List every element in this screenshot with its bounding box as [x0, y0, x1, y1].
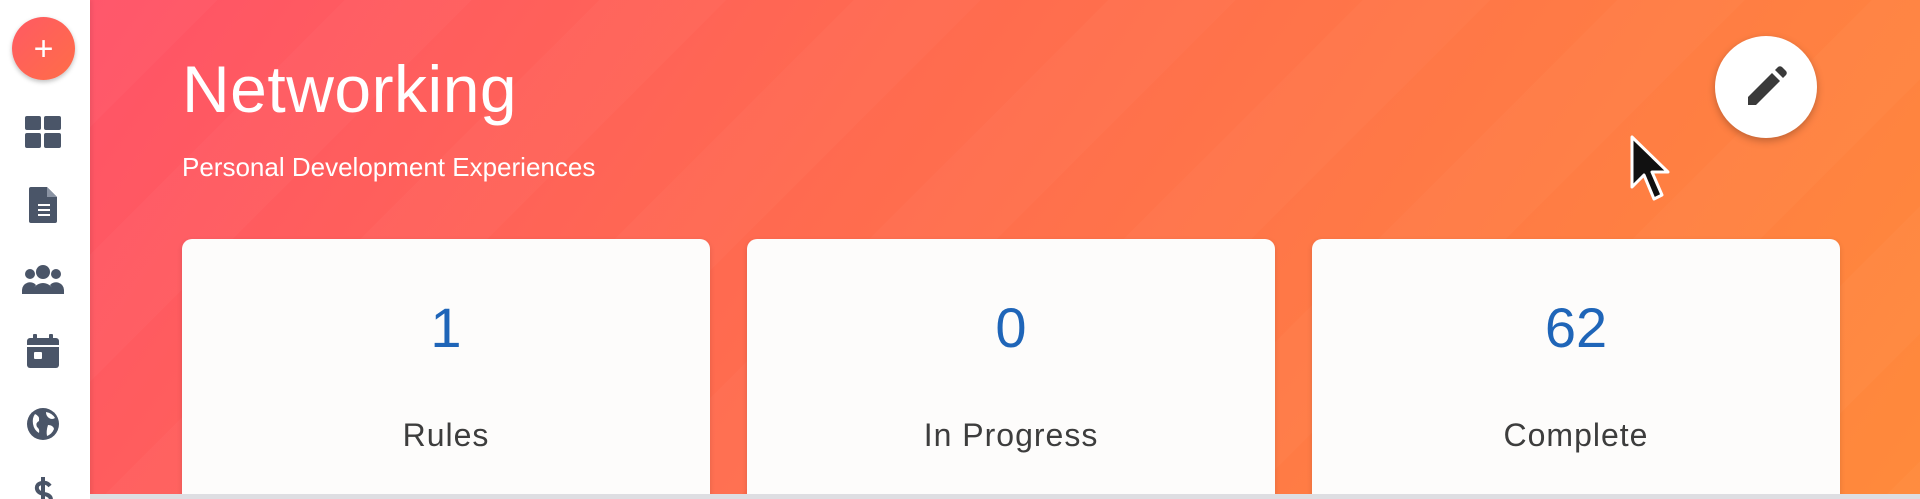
header-banner: Networking Personal Development Experien…	[90, 0, 1920, 499]
stat-count: 1	[430, 296, 462, 359]
stat-label: In Progress	[923, 417, 1099, 453]
stat-count: 0	[995, 296, 1027, 359]
stat-card-in-progress[interactable]: 0 In Progress	[747, 239, 1275, 499]
stat-card-rules[interactable]: 1 Rules	[182, 239, 710, 499]
mouse-cursor-icon	[1630, 135, 1670, 201]
edit-button[interactable]	[1715, 36, 1817, 138]
add-button[interactable]: +	[12, 17, 75, 80]
page-title: Networking	[182, 52, 518, 126]
content-divider	[90, 494, 1920, 499]
sidebar: +	[0, 0, 90, 499]
sidebar-item-globe[interactable]	[22, 403, 64, 445]
plus-icon: +	[33, 29, 54, 68]
page-subtitle: Personal Development Experiences	[182, 152, 596, 182]
document-icon	[29, 187, 57, 223]
sidebar-item-dashboard[interactable]	[22, 111, 64, 153]
stat-label: Rules	[402, 417, 490, 453]
app-window: + Networking Personal Development Experi…	[0, 0, 1920, 499]
sidebar-item-billing[interactable]	[22, 474, 64, 499]
dashboard-icon	[25, 116, 61, 148]
stat-card-complete[interactable]: 62 Complete	[1312, 239, 1840, 499]
pencil-icon	[1748, 66, 1787, 105]
stat-label: Complete	[1503, 417, 1649, 453]
sidebar-item-calendar[interactable]	[22, 330, 64, 372]
sidebar-item-documents[interactable]	[22, 184, 64, 226]
users-icon	[22, 265, 64, 294]
dollar-icon	[34, 477, 53, 499]
stat-count: 62	[1544, 296, 1608, 359]
sidebar-item-users[interactable]	[22, 258, 64, 300]
globe-icon	[27, 408, 59, 440]
calendar-icon	[27, 334, 59, 368]
